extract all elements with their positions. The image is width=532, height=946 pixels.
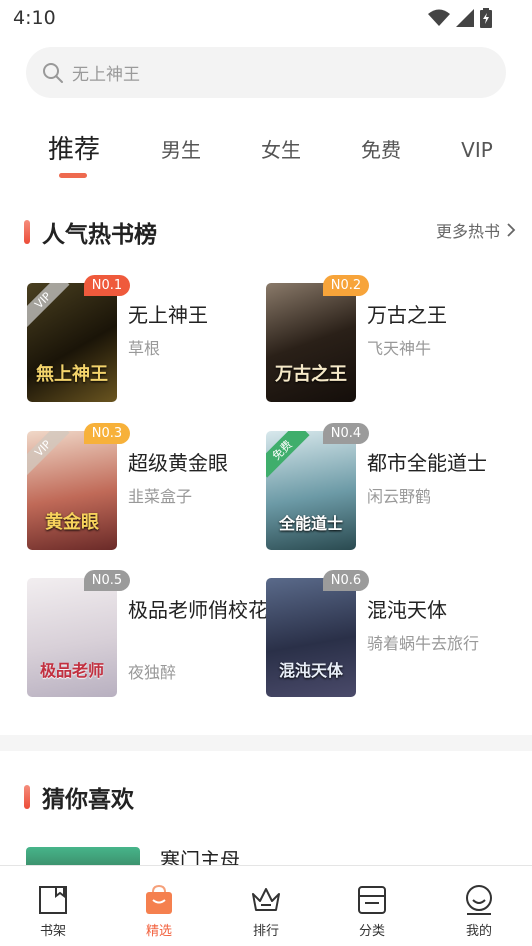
rank-badge: N0.6: [323, 570, 369, 591]
nav-bookshelf[interactable]: 书架: [13, 866, 93, 946]
tab-male[interactable]: 男生: [155, 125, 207, 175]
signal-icon: [456, 9, 474, 27]
rank-badge: N0.4: [323, 423, 369, 444]
book-title: 极品老师俏校花: [128, 598, 268, 622]
book-title: 无上神王: [128, 303, 208, 327]
bookshelf-icon: [39, 886, 67, 914]
rank-badge: N0.3: [84, 423, 130, 444]
nav-label: 书架: [39, 924, 66, 939]
tab-female[interactable]: 女生: [255, 125, 307, 175]
book-item[interactable]: 万古之王 N0.2 万古之王 飞天神牛: [266, 275, 506, 407]
tab-vip[interactable]: VIP: [455, 125, 499, 175]
status-icons: [428, 8, 492, 28]
wifi-icon: [428, 9, 450, 26]
tab-recommend[interactable]: 推荐: [46, 125, 102, 175]
shopping-bag-icon: [146, 884, 172, 914]
nav-profile[interactable]: 我的: [439, 866, 519, 946]
status-time: 4:10: [13, 7, 56, 29]
search-icon: [43, 62, 63, 83]
book-author: 夜独醉: [128, 663, 177, 682]
book-author: 韭菜盒子: [128, 487, 193, 506]
book-author: 草根: [128, 339, 161, 358]
vip-ribbon: VIP: [27, 283, 70, 328]
free-ribbon: 免费: [266, 431, 310, 478]
section-accent-bar: [24, 220, 30, 244]
nav-label: 排行: [252, 924, 279, 939]
profile-icon: [466, 885, 492, 915]
book-title: 都市全能道士: [367, 451, 487, 475]
cover-title: 混沌天体: [278, 661, 343, 680]
cover-title: 黄金眼: [45, 512, 99, 533]
guess-header: 猜你喜欢: [24, 780, 134, 814]
status-bar: 4:10: [0, 0, 532, 38]
nav-label: 我的: [465, 924, 492, 939]
rank-badge: N0.2: [323, 275, 369, 296]
nav-label: 分类: [358, 924, 385, 939]
book-cover: 万古之王: [266, 283, 356, 402]
section-title: 人气热书榜: [42, 222, 157, 248]
tab-free[interactable]: 免费: [355, 125, 407, 175]
book-item[interactable]: 全能道士 免费 N0.4 都市全能道士 闲云野鹤: [266, 423, 506, 555]
search-bar[interactable]: 无上神王: [26, 47, 506, 98]
cover-title: 無上神王: [36, 364, 108, 385]
search-placeholder: 无上神王: [72, 65, 140, 85]
book-cover: 黄金眼 VIP: [27, 431, 117, 550]
more-hot-books-label: 更多热书: [435, 222, 500, 241]
nav-ranking[interactable]: 排行: [226, 866, 306, 946]
guess-book-cover[interactable]: [26, 847, 140, 867]
book-item[interactable]: 混沌天体 N0.6 混沌天体 骑着蜗牛去旅行: [266, 570, 506, 702]
book-author: 骑着蜗牛去旅行: [367, 634, 480, 653]
book-item[interactable]: 黄金眼 VIP N0.3 超级黄金眼 韭菜盒子: [27, 423, 267, 555]
crown-icon: [252, 888, 280, 911]
chevron-right-icon: [507, 223, 516, 237]
book-item[interactable]: 無上神王 VIP N0.1 无上神王 草根: [27, 275, 267, 407]
battery-icon: [480, 8, 492, 28]
book-title: 万古之王: [367, 303, 447, 327]
hot-books-header: 人气热书榜: [24, 215, 157, 249]
book-title: 混沌天体: [367, 598, 447, 622]
cover-title: 极品老师: [39, 661, 104, 680]
more-hot-books-link[interactable]: 更多热书: [436, 218, 516, 242]
vip-ribbon: VIP: [27, 431, 70, 476]
book-item[interactable]: 极品老师 N0.5 极品老师俏校花 夜独醉: [27, 570, 268, 702]
section-accent-bar: [24, 785, 30, 809]
rank-badge: N0.5: [84, 570, 130, 591]
book-author: 飞天神牛: [367, 339, 432, 358]
book-cover: 無上神王 VIP: [27, 283, 117, 402]
cover-title: 万古之王: [275, 364, 347, 385]
nav-category[interactable]: 分类: [332, 866, 412, 946]
nav-featured[interactable]: 精选: [119, 866, 199, 946]
bottom-nav: 书架 精选 排行 分类 我的: [0, 865, 532, 946]
cover-title: 全能道士: [278, 514, 343, 533]
section-title: 猜你喜欢: [42, 787, 134, 813]
book-cover: 极品老师: [27, 578, 117, 697]
active-tab-indicator: [59, 173, 87, 178]
category-icon: [358, 886, 386, 914]
rank-badge: N0.1: [84, 275, 130, 296]
book-author: 闲云野鹤: [367, 487, 432, 506]
book-cover: 混沌天体: [266, 578, 356, 697]
section-divider: [0, 735, 532, 751]
book-cover: 全能道士 免费: [266, 431, 356, 550]
nav-label: 精选: [145, 924, 172, 939]
book-title: 超级黄金眼: [128, 451, 228, 475]
